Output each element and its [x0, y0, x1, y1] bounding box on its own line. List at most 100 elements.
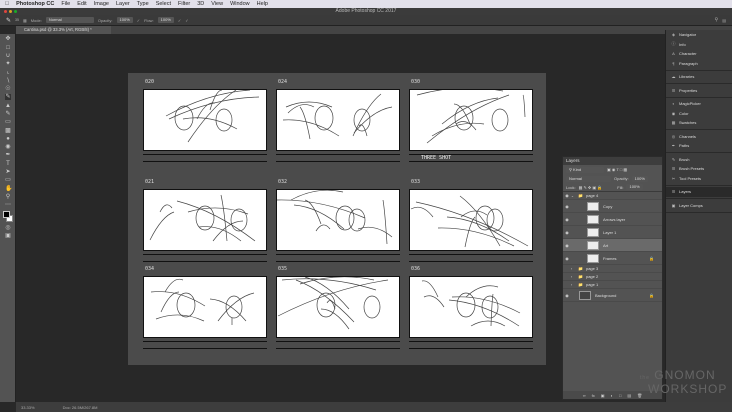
lasso-tool-icon[interactable]: ∪: [5, 53, 11, 59]
zoom-level[interactable]: 33.33%: [21, 405, 35, 410]
apple-icon[interactable]: : [5, 1, 9, 7]
dock-item-swatches[interactable]: ▦ Swatches: [666, 118, 732, 128]
dock-item-color[interactable]: ◉ Color: [666, 109, 732, 119]
pen-tool-icon[interactable]: ✒: [5, 152, 11, 158]
color-swatches[interactable]: [3, 210, 13, 223]
layer-opacity-input[interactable]: 100%: [631, 175, 648, 182]
stamp-tool-icon[interactable]: ▲: [5, 103, 11, 109]
menu-3d[interactable]: 3D: [197, 1, 204, 7]
menu-type[interactable]: Type: [137, 1, 149, 7]
search-icon[interactable]: ⚲: [715, 17, 719, 23]
menu-filter[interactable]: Filter: [178, 1, 190, 7]
filter-icons[interactable]: ▣ ◉ T □ ▩: [607, 167, 627, 172]
fx-icon[interactable]: fx: [592, 393, 595, 398]
pressure-size-icon[interactable]: ✓: [185, 18, 188, 23]
opacity-input[interactable]: 100%: [116, 17, 133, 23]
visibility-eye-icon[interactable]: ◉: [563, 293, 571, 298]
link-layers-icon[interactable]: ∞: [583, 393, 586, 398]
menu-window[interactable]: Window: [230, 1, 250, 7]
gradient-tool-icon[interactable]: ▩: [5, 128, 11, 134]
layer-row[interactable]: › 📁 page 3: [563, 265, 662, 273]
document-tab[interactable]: Cantina.psd @ 33.3% (Art, RGB/8) *: [16, 26, 111, 34]
brush-size-picker[interactable]: 35: [15, 18, 19, 22]
layer-row[interactable]: ◉ Arrows layer: [563, 213, 662, 226]
document-canvas[interactable]: 020 024 030 THREE SHOT 021 032 033 034 035 036: [128, 73, 546, 365]
dock-item-paragraph[interactable]: ¶ Paragraph: [666, 59, 732, 69]
dock-item-paths[interactable]: ✒ Paths: [666, 141, 732, 151]
dock-item-navigator[interactable]: ◈ Navigator: [666, 30, 732, 40]
menu-layer[interactable]: Layer: [116, 1, 130, 7]
dock-item-channels[interactable]: ◎ Channels: [666, 132, 732, 142]
menu-file[interactable]: File: [61, 1, 70, 7]
screen-mode-icon[interactable]: ▣: [5, 233, 11, 239]
menu-view[interactable]: View: [211, 1, 223, 7]
dock-item-info[interactable]: ⓘ Info: [666, 40, 732, 50]
minimize-button[interactable]: [9, 10, 12, 13]
layer-row[interactable]: ◉ Background 🔒: [563, 289, 662, 302]
menu-edit[interactable]: Edit: [77, 1, 86, 7]
flow-input[interactable]: 100%: [157, 17, 174, 23]
hand-tool-icon[interactable]: ✋: [5, 186, 12, 192]
layer-row[interactable]: ◉ ⌄ 📁 page 4: [563, 192, 662, 200]
move-tool-icon[interactable]: ✥: [5, 36, 11, 42]
expand-chevron-icon[interactable]: ›: [571, 275, 575, 279]
history-brush-icon[interactable]: ✎: [5, 111, 11, 117]
visibility-eye-icon[interactable]: ◉: [563, 243, 571, 248]
brush-tool-icon[interactable]: ✎: [5, 94, 11, 101]
layer-row[interactable]: ◉ Frames 🔒: [563, 252, 662, 265]
dock-item-layers[interactable]: ☰ Layers: [666, 187, 732, 197]
eraser-tool-icon[interactable]: ▭: [5, 119, 11, 125]
edit-toolbar-icon[interactable]: ⋯: [5, 202, 11, 208]
zoom-tool-icon[interactable]: ⚲: [5, 194, 11, 200]
dock-item-brush-presets[interactable]: ☰ Brush Presets: [666, 164, 732, 174]
layer-row[interactable]: ◉ Copy: [563, 200, 662, 213]
blend-mode-select[interactable]: Normal: [566, 175, 611, 182]
close-button[interactable]: [4, 10, 7, 13]
adjustment-icon[interactable]: ◐: [611, 393, 613, 398]
crop-tool-icon[interactable]: ⌞: [5, 69, 11, 75]
dock-item-brush[interactable]: ✎ Brush: [666, 155, 732, 165]
quick-select-tool-icon[interactable]: ✦: [5, 61, 11, 67]
brush-tool-icon[interactable]: ✎: [6, 17, 11, 24]
menu-help[interactable]: Help: [257, 1, 268, 7]
visibility-eye-icon[interactable]: ◉: [563, 193, 571, 198]
dock-item-libraries[interactable]: ☁ Libraries: [666, 72, 732, 82]
zoom-button[interactable]: [14, 10, 17, 13]
shape-tool-icon[interactable]: ▭: [5, 177, 11, 183]
workspace-icon[interactable]: ▤: [722, 18, 726, 23]
marquee-tool-icon[interactable]: □: [5, 45, 11, 51]
expand-chevron-icon[interactable]: ›: [571, 267, 575, 271]
menu-app[interactable]: Photoshop CC: [16, 1, 54, 7]
blur-tool-icon[interactable]: ●: [5, 136, 11, 142]
menu-select[interactable]: Select: [156, 1, 171, 7]
visibility-eye-icon[interactable]: ◉: [563, 230, 571, 235]
dock-item-properties[interactable]: ☰ Properties: [666, 86, 732, 96]
visibility-eye-icon[interactable]: ◉: [563, 256, 571, 261]
path-select-tool-icon[interactable]: ➤: [5, 169, 11, 175]
filter-kind-select[interactable]: ⚲ Kind: [566, 166, 604, 173]
expand-chevron-icon[interactable]: ⌄: [571, 194, 575, 198]
layer-row[interactable]: ◉ Layer 1: [563, 226, 662, 239]
layer-row[interactable]: › 📁 page 1: [563, 281, 662, 289]
airbrush-icon[interactable]: ✓: [178, 18, 181, 23]
visibility-eye-icon[interactable]: ◉: [563, 204, 571, 209]
healing-tool-icon[interactable]: ☉: [5, 86, 11, 92]
dock-item-tool-presets[interactable]: ✂ Tool Presets: [666, 174, 732, 184]
layers-tab[interactable]: Layers: [563, 157, 662, 165]
mask-icon[interactable]: ▣: [601, 393, 605, 398]
fill-input[interactable]: 100%: [626, 184, 643, 190]
dodge-tool-icon[interactable]: ◉: [5, 144, 11, 150]
layer-row[interactable]: › 📁 page 2: [563, 273, 662, 281]
pressure-opacity-icon[interactable]: ✓: [137, 18, 140, 23]
visibility-eye-icon[interactable]: ◉: [563, 217, 571, 222]
new-layer-icon[interactable]: ▤: [627, 393, 631, 398]
brush-panel-icon[interactable]: ▦: [23, 18, 27, 23]
type-tool-icon[interactable]: T: [5, 161, 11, 167]
dock-item-character[interactable]: A Character: [666, 49, 732, 59]
expand-chevron-icon[interactable]: ›: [571, 283, 575, 287]
layer-row[interactable]: ◉ Art: [563, 239, 662, 252]
menu-image[interactable]: Image: [94, 1, 109, 7]
dock-item-magicpicker[interactable]: ◐ MagicPicker: [666, 99, 732, 109]
quick-mask-icon[interactable]: ◎: [5, 225, 11, 231]
eyedropper-tool-icon[interactable]: ∖: [5, 78, 11, 84]
